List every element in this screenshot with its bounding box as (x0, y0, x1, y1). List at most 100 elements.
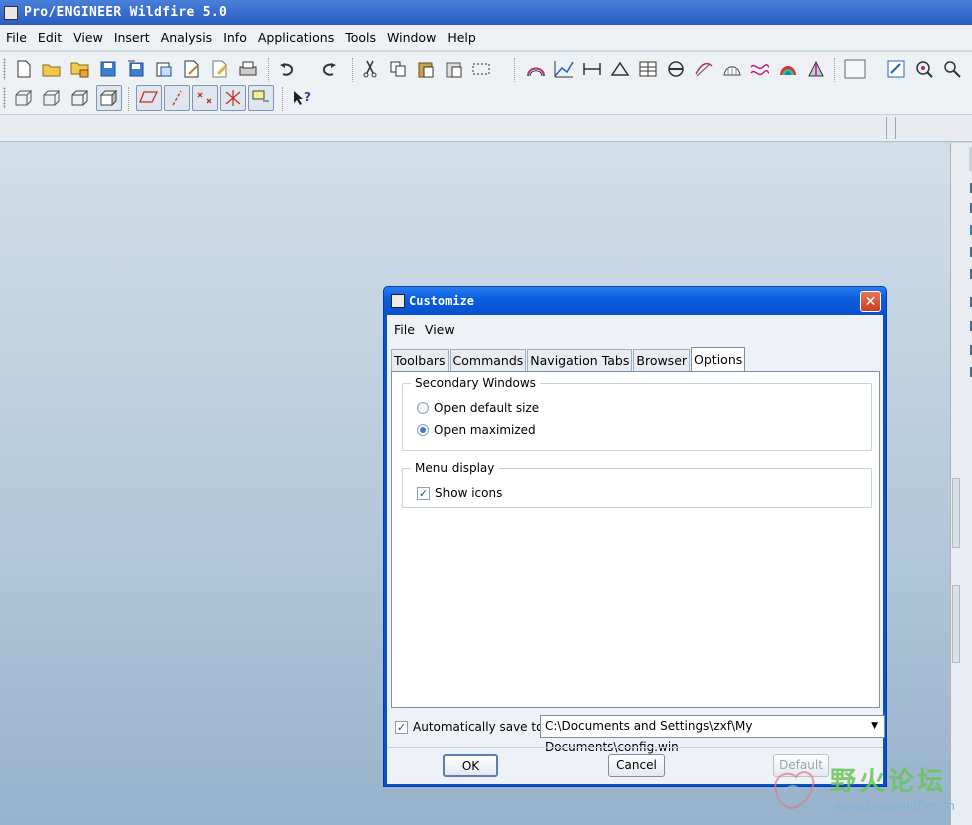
new-icon[interactable] (12, 57, 36, 81)
toolbar-separator (268, 58, 270, 82)
auto-save-checkbox[interactable]: ✓ (395, 720, 408, 734)
chevron-down-icon[interactable]: ▼ (871, 716, 878, 737)
deviation-icon[interactable] (748, 57, 772, 81)
surface-analysis-icon[interactable] (720, 57, 744, 81)
wireframe-icon[interactable] (12, 86, 36, 110)
erase-icon[interactable] (208, 57, 232, 81)
show-icons-checkbox[interactable]: ✓ (417, 486, 430, 500)
close-button[interactable]: ✕ (860, 291, 881, 312)
undo-icon[interactable] (276, 57, 300, 81)
cut-icon[interactable] (358, 57, 382, 81)
menu-window[interactable]: Window (383, 30, 440, 45)
right-toolbar (950, 143, 972, 825)
section-icon[interactable] (664, 57, 688, 81)
app-icon (4, 5, 18, 20)
dialog-titlebar[interactable]: Customize ✕ (384, 287, 886, 315)
panel-resize-handle[interactable] (952, 585, 960, 663)
dialog-title: Customize (409, 294, 475, 308)
no-hidden-icon[interactable] (68, 86, 92, 110)
main-menubar: File Edit View Insert Analysis Info Appl… (0, 25, 972, 51)
dialog-menu-view[interactable]: View (425, 322, 455, 337)
menu-applications[interactable]: Applications (254, 30, 338, 45)
menu-insert[interactable]: Insert (110, 30, 154, 45)
menu-view[interactable]: View (69, 30, 107, 45)
strip-divider (886, 117, 888, 139)
panel-resize-handle[interactable] (952, 478, 960, 548)
site-watermark: 野火论坛 www.proewildfire.cn (760, 757, 972, 825)
watermark-text: 野火论坛 (830, 767, 947, 797)
config-path-combo[interactable]: C:\Documents and Settings\zxf\My Documen… (540, 715, 885, 754)
datum-axes-icon[interactable] (164, 85, 190, 111)
group-legend: Secondary Windows (411, 376, 540, 390)
menu-edit[interactable]: Edit (34, 30, 66, 45)
cancel-button[interactable]: Cancel (608, 754, 665, 777)
tab-options[interactable]: Options (691, 347, 746, 371)
paste-special-icon[interactable] (442, 57, 466, 81)
draft-icon[interactable] (804, 57, 828, 81)
radio-open-maximized[interactable]: Open maximized (417, 423, 536, 437)
menu-help[interactable]: Help (443, 30, 480, 45)
open-icon[interactable] (40, 57, 64, 81)
copy-icon[interactable] (386, 57, 410, 81)
reflection-icon[interactable] (776, 57, 800, 81)
menu-analysis[interactable]: Analysis (157, 30, 217, 45)
dialog-body: File View Toolbars Commands Navigation T… (387, 315, 885, 784)
ok-button[interactable]: OK (443, 754, 498, 777)
dialog-menu-file[interactable]: File (394, 322, 415, 337)
save-icon[interactable] (96, 57, 120, 81)
radio-button[interactable] (417, 424, 429, 436)
open-folder-icon[interactable] (68, 57, 92, 81)
dialog-menubar: File View (387, 315, 883, 343)
toolbar-separator (514, 58, 516, 82)
toolbar-grip[interactable] (3, 87, 6, 109)
dialog-tabs: Toolbars Commands Navigation Tabs Browse… (391, 347, 746, 371)
curve-analysis-icon[interactable] (692, 57, 716, 81)
tab-browser[interactable]: Browser (633, 349, 691, 371)
tab-commands[interactable]: Commands (449, 349, 527, 371)
message-strip (0, 114, 972, 142)
zoom-in-icon[interactable] (940, 57, 964, 81)
toolbar-separator (282, 87, 284, 111)
toolbar-row-1 (0, 54, 972, 84)
repaint-icon[interactable] (884, 57, 908, 81)
checkbox-label: Show icons (435, 486, 503, 500)
app-title: Pro/ENGINEER Wildfire 5.0 (24, 5, 228, 20)
backup-icon[interactable] (152, 57, 176, 81)
select-box-icon[interactable] (470, 57, 494, 81)
whats-this-icon[interactable]: ? (290, 86, 314, 110)
dialog-app-icon (391, 294, 405, 308)
coordinate-systems-icon[interactable] (220, 85, 246, 111)
svg-text:?: ? (304, 90, 311, 104)
secondary-windows-group: Secondary Windows Open default size Open… (402, 376, 872, 451)
hidden-line-icon[interactable] (40, 86, 64, 110)
toolbar-grip[interactable] (3, 58, 6, 80)
color-swatch-icon[interactable] (842, 57, 868, 81)
shading-icon[interactable] (96, 85, 122, 111)
analysis-curvature-icon[interactable] (524, 57, 548, 81)
redo-icon[interactable] (316, 57, 340, 81)
toolbar-separator (128, 87, 130, 111)
measure-angle-icon[interactable] (608, 57, 632, 81)
auto-save-label: Automatically save to (413, 720, 544, 734)
menu-tools[interactable]: Tools (341, 30, 380, 45)
show-icons-option[interactable]: ✓ Show icons (417, 486, 502, 500)
rename-icon[interactable] (180, 57, 204, 81)
menu-info[interactable]: Info (219, 30, 251, 45)
analysis-graph-icon[interactable] (552, 57, 576, 81)
measure-table-icon[interactable] (636, 57, 660, 81)
save-copy-icon[interactable] (124, 57, 148, 81)
spin-center-icon[interactable] (912, 57, 936, 81)
annotations-icon[interactable] (248, 85, 274, 111)
radio-open-default[interactable]: Open default size (417, 401, 539, 415)
toolbar-row-2: ? (0, 83, 972, 113)
radio-button[interactable] (417, 402, 429, 414)
datum-planes-icon[interactable] (136, 85, 162, 111)
tab-toolbars[interactable]: Toolbars (391, 349, 449, 371)
print-icon[interactable] (236, 57, 260, 81)
radio-label: Open maximized (434, 423, 536, 437)
menu-file[interactable]: File (2, 30, 31, 45)
datum-points-icon[interactable] (192, 85, 218, 111)
tab-navigation-tabs[interactable]: Navigation Tabs (527, 349, 633, 371)
paste-icon[interactable] (414, 57, 438, 81)
measure-distance-icon[interactable] (580, 57, 604, 81)
